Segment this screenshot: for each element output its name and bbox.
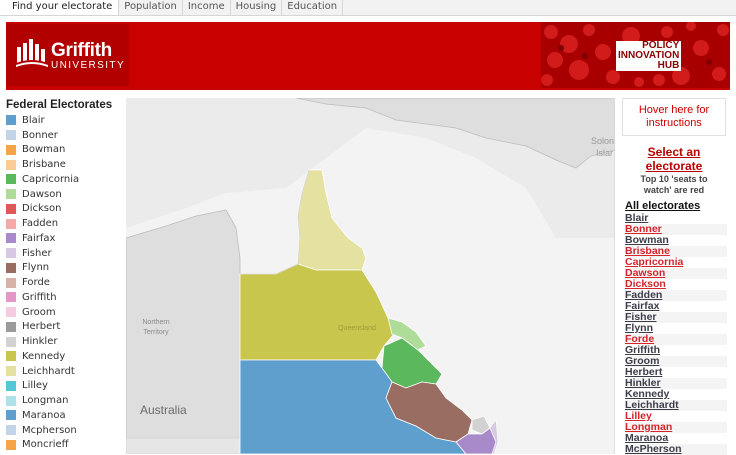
australia-label: Australia	[140, 403, 187, 417]
legend-item[interactable]: Longman	[6, 393, 126, 408]
legend-item-label: Fisher	[22, 247, 52, 259]
legend-item[interactable]: Capricornia	[6, 172, 126, 187]
legend-item[interactable]: Flynn	[6, 261, 126, 276]
legend-item[interactable]: Dickson	[6, 202, 126, 217]
tab-education[interactable]: Education	[282, 0, 344, 15]
legend-swatch	[6, 321, 16, 332]
qld-label: Queensland	[338, 325, 376, 332]
legend-item-label: Leichhardt	[22, 365, 75, 377]
select-electorate-heading: Select an electorate	[645, 145, 703, 173]
legend-item[interactable]: Brisbane	[6, 157, 126, 172]
tab-income[interactable]: Income	[183, 0, 231, 15]
legend-item-label: Dickson	[22, 203, 62, 215]
legend-swatch	[6, 189, 16, 200]
nt-label-line1: Northern	[142, 319, 169, 326]
electorate-panel: Hover here for instructions Select an el…	[620, 98, 730, 455]
legend-item-label: Herbert	[22, 321, 61, 333]
dashboard-tabs: Find your electorate Population Income H…	[0, 0, 736, 16]
griffith-logo[interactable]: Griffith UNIVERSITY	[6, 24, 129, 86]
legend-swatch	[6, 248, 16, 259]
legend-swatch	[6, 366, 16, 377]
legend-item[interactable]: Leichhardt	[6, 364, 126, 379]
legend-item[interactable]: Dawson	[6, 187, 126, 202]
instructions-hover-box[interactable]: Hover here for instructions	[622, 98, 726, 136]
legend-item-label: Bonner	[22, 129, 58, 141]
legend-swatch	[6, 439, 16, 450]
legend-swatch	[6, 262, 16, 273]
legend-item-label: Kennedy	[22, 350, 66, 362]
legend-item-label: Lilley	[22, 380, 48, 392]
legend-item[interactable]: Forde	[6, 275, 126, 290]
legend-item[interactable]: Moncrieff	[6, 438, 126, 453]
legend-item[interactable]: Lilley	[6, 379, 126, 394]
legend-item-label: Fairfax	[22, 232, 56, 244]
legend-item-label: Capricornia	[22, 173, 80, 185]
legend-item[interactable]: Herbert	[6, 320, 126, 335]
legend-item-label: Blair	[22, 114, 45, 126]
legend-item[interactable]: Blair	[6, 113, 126, 128]
electorate-legend: Federal Electorates Blair Bonner Bowman Bri…	[6, 98, 126, 452]
policy-innovation-hub-logo: POLICY INNOVATION HUB	[616, 40, 682, 71]
legend-item[interactable]: Mcpherson	[6, 423, 126, 438]
legend-item[interactable]: Griffith	[6, 290, 126, 305]
legend-swatch	[6, 218, 16, 229]
legend-item[interactable]: Bowman	[6, 143, 126, 158]
solomon-label-line1: Solon	[591, 136, 614, 146]
legend-item-label: Maranoa	[22, 409, 66, 421]
legend-swatch	[6, 115, 16, 126]
legend-items: Blair Bonner Bowman Brisbane Capricornia Daws…	[6, 113, 126, 452]
legend-item-label: Mcpherson	[22, 424, 77, 436]
legend-item[interactable]: Fisher	[6, 246, 126, 261]
legend-item-label: Griffith	[22, 291, 57, 303]
legend-swatch	[6, 159, 16, 170]
legend-item-label: Hinkler	[22, 336, 58, 348]
legend-item-label: Longman	[22, 395, 69, 407]
legend-item-label: Moncrieff	[22, 439, 69, 451]
legend-swatch	[6, 130, 16, 141]
legend-item-label: Flynn	[22, 262, 50, 274]
nt-label-line2: Territory	[143, 329, 169, 336]
legend-item[interactable]: Kennedy	[6, 349, 126, 364]
legend-item[interactable]: Hinkler	[6, 334, 126, 349]
tab-housing[interactable]: Housing	[231, 0, 283, 15]
legend-swatch	[6, 307, 16, 318]
electorate-list: Blair Bonner Bowman Brisbane Capricornia Daws…	[625, 213, 727, 455]
legend-swatch	[6, 203, 16, 214]
legend-item-label: Dawson	[22, 188, 62, 200]
logo-wordmark: Griffith	[51, 40, 112, 61]
legend-swatch	[6, 144, 16, 155]
legend-swatch	[6, 410, 16, 421]
legend-swatch	[6, 380, 16, 391]
legend-item-label: Groom	[22, 306, 56, 318]
legend-item-label: Forde	[22, 277, 50, 289]
all-electorates-title: All electorates	[625, 200, 701, 212]
legend-swatch	[6, 336, 16, 347]
legend-item-label: Fadden	[22, 218, 59, 230]
legend-title: Federal Electorates	[6, 99, 113, 111]
legend-swatch	[6, 277, 16, 288]
legend-item[interactable]: Groom	[6, 305, 126, 320]
logo-subtitle: UNIVERSITY	[51, 60, 126, 71]
griffith-crest-icon	[16, 39, 48, 69]
legend-swatch	[6, 233, 16, 244]
legend-item[interactable]: Fadden	[6, 216, 126, 231]
solomon-label-line2: Islar	[596, 148, 613, 158]
tab-population[interactable]: Population	[119, 0, 183, 15]
legend-item[interactable]: Maranoa	[6, 408, 126, 423]
legend-swatch	[6, 174, 16, 185]
seats-to-watch-note: Top 10 'seats to watch' are red	[640, 174, 708, 195]
legend-item[interactable]: Bonner	[6, 128, 126, 143]
electorate-link[interactable]: McPherson	[625, 444, 727, 455]
legend-item[interactable]: Fairfax	[6, 231, 126, 246]
queensland-map-svg[interactable]: Northern Territory Queensland Australia …	[126, 98, 615, 454]
legend-swatch	[6, 425, 16, 436]
legend-swatch	[6, 292, 16, 303]
legend-item-label: Brisbane	[22, 159, 66, 171]
legend-swatch	[6, 395, 16, 406]
legend-swatch	[6, 351, 16, 362]
header-banner: Griffith UNIVERSITY POLICY INNOVATION HU…	[6, 22, 730, 90]
tab-find-your-electorate[interactable]: Find your electorate	[0, 0, 120, 15]
electorate-map[interactable]: Northern Territory Queensland Australia …	[126, 98, 615, 454]
legend-item-label: Bowman	[22, 144, 66, 156]
